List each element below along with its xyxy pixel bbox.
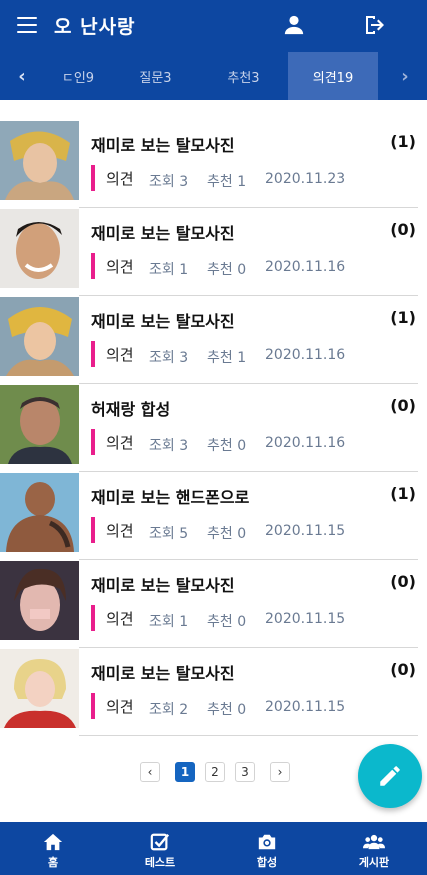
post-category: 의견 xyxy=(106,346,134,364)
post-date: 2020.11.16 xyxy=(265,435,346,451)
logout-icon[interactable] xyxy=(362,13,386,37)
post-likes: 추천 0 xyxy=(207,526,247,542)
post-category: 의견 xyxy=(106,258,134,276)
post-row[interactable]: 재미로 보는 핸드폰으로 (1) 의견 조회 5 추천 0 2020.11.15 xyxy=(0,472,427,560)
post-thumbnail xyxy=(0,121,79,200)
post-row[interactable]: 재미로 보는 탈모사진 (1) 의견 조회 3 추천 1 2020.11.23 xyxy=(0,120,427,208)
bottom-navigation: 홈 테스트 합성 게시판 xyxy=(0,822,427,875)
post-likes: 추천 0 xyxy=(207,438,247,454)
app-header: 오 난사랑 xyxy=(0,0,427,52)
post-thumbnail xyxy=(0,385,79,464)
home-icon xyxy=(43,833,63,851)
page-button-3[interactable]: 3 xyxy=(235,762,255,782)
post-date: 2020.11.15 xyxy=(265,699,346,715)
post-views: 조회 3 xyxy=(149,350,189,366)
tab-item-1[interactable]: ㄷ인9 xyxy=(44,52,112,100)
post-title: 재미로 보는 탈모사진 xyxy=(91,136,235,155)
post-thumbnail xyxy=(0,649,79,728)
tab-prev-arrow[interactable]: ‹ xyxy=(0,52,44,100)
comment-count: (0) xyxy=(390,396,416,415)
write-post-button[interactable] xyxy=(358,744,422,808)
post-date: 2020.11.16 xyxy=(265,347,346,363)
page-prev-button[interactable]: ‹ xyxy=(140,762,160,782)
post-row[interactable]: 재미로 보는 탈모사진 (0) 의견 조회 1 추천 0 2020.11.16 xyxy=(0,208,427,296)
nav-test[interactable]: 테스트 xyxy=(107,822,213,875)
category-bar xyxy=(91,429,95,455)
nav-composite-label: 합성 xyxy=(256,856,278,869)
category-bar xyxy=(91,165,95,191)
post-category: 의견 xyxy=(106,698,134,716)
post-title: 재미로 보는 탈모사진 xyxy=(91,664,235,683)
post-title: 허재랑 합성 xyxy=(91,400,171,419)
post-list: 재미로 보는 탈모사진 (1) 의견 조회 3 추천 1 2020.11.23 … xyxy=(0,120,427,736)
page-button-2[interactable]: 2 xyxy=(205,762,225,782)
camera-icon xyxy=(258,834,276,850)
post-category: 의견 xyxy=(106,522,134,540)
pencil-edit-icon xyxy=(380,766,400,786)
nav-board-label: 게시판 xyxy=(358,856,390,869)
category-bar xyxy=(91,341,95,367)
post-row[interactable]: 재미로 보는 탈모사진 (0) 의견 조회 2 추천 0 2020.11.15 xyxy=(0,648,427,736)
post-title: 재미로 보는 탈모사진 xyxy=(91,312,235,331)
checkbox-icon xyxy=(150,833,170,851)
post-views: 조회 1 xyxy=(149,262,189,278)
tab-item-recommend[interactable]: 추천3 xyxy=(199,52,288,100)
post-views: 조회 2 xyxy=(149,702,189,718)
post-row[interactable]: 재미로 보는 탈모사진 (0) 의견 조회 1 추천 0 2020.11.15 xyxy=(0,560,427,648)
comment-count: (1) xyxy=(390,132,416,151)
post-likes: 추천 0 xyxy=(207,702,247,718)
post-date: 2020.11.23 xyxy=(265,171,346,187)
post-thumbnail xyxy=(0,473,79,552)
comment-count: (1) xyxy=(390,308,416,327)
post-views: 조회 3 xyxy=(149,438,189,454)
comment-count: (0) xyxy=(390,660,416,679)
post-title: 재미로 보는 탈모사진 xyxy=(91,576,235,595)
post-row[interactable]: 허재랑 합성 (0) 의견 조회 3 추천 0 2020.11.16 xyxy=(0,384,427,472)
post-title: 재미로 보는 핸드폰으로 xyxy=(91,488,250,507)
post-thumbnail xyxy=(0,561,79,640)
user-icon[interactable] xyxy=(283,14,305,36)
comment-count: (0) xyxy=(390,572,416,591)
hamburger-menu-icon[interactable] xyxy=(17,17,37,33)
nav-home[interactable]: 홈 xyxy=(0,822,106,875)
post-likes: 추천 1 xyxy=(207,350,247,366)
category-tab-bar: ‹ ㄷ인9 질문3 추천3 의견19 › xyxy=(0,52,427,100)
page-button-1[interactable]: 1 xyxy=(175,762,195,782)
post-category: 의견 xyxy=(106,610,134,628)
post-category: 의견 xyxy=(106,434,134,452)
nav-home-label: 홈 xyxy=(47,856,59,869)
category-bar xyxy=(91,253,95,279)
post-views: 조회 3 xyxy=(149,174,189,190)
nav-composite[interactable]: 합성 xyxy=(214,822,320,875)
post-title: 재미로 보는 탈모사진 xyxy=(91,224,235,243)
category-bar xyxy=(91,517,95,543)
comment-count: (0) xyxy=(390,220,416,239)
nav-test-label: 테스트 xyxy=(144,856,176,869)
post-date: 2020.11.15 xyxy=(265,611,346,627)
post-row[interactable]: 재미로 보는 탈모사진 (1) 의견 조회 3 추천 1 2020.11.16 xyxy=(0,296,427,384)
post-likes: 추천 0 xyxy=(207,614,247,630)
post-date: 2020.11.16 xyxy=(265,259,346,275)
tab-next-arrow[interactable]: › xyxy=(383,52,427,100)
category-bar xyxy=(91,605,95,631)
post-thumbnail xyxy=(0,209,79,288)
group-icon xyxy=(363,834,385,850)
post-views: 조회 5 xyxy=(149,526,189,542)
nav-board[interactable]: 게시판 xyxy=(321,822,427,875)
app-title: 오 난사랑 xyxy=(54,16,136,38)
row-divider xyxy=(79,735,418,736)
comment-count: (1) xyxy=(390,484,416,503)
post-likes: 추천 1 xyxy=(207,174,247,190)
category-bar xyxy=(91,693,95,719)
post-likes: 추천 0 xyxy=(207,262,247,278)
tab-item-opinion[interactable]: 의견19 xyxy=(288,52,378,100)
post-category: 의견 xyxy=(106,170,134,188)
post-date: 2020.11.15 xyxy=(265,523,346,539)
page-next-button[interactable]: › xyxy=(270,762,290,782)
post-thumbnail xyxy=(0,297,79,376)
tab-item-question[interactable]: 질문3 xyxy=(112,52,199,100)
post-views: 조회 1 xyxy=(149,614,189,630)
